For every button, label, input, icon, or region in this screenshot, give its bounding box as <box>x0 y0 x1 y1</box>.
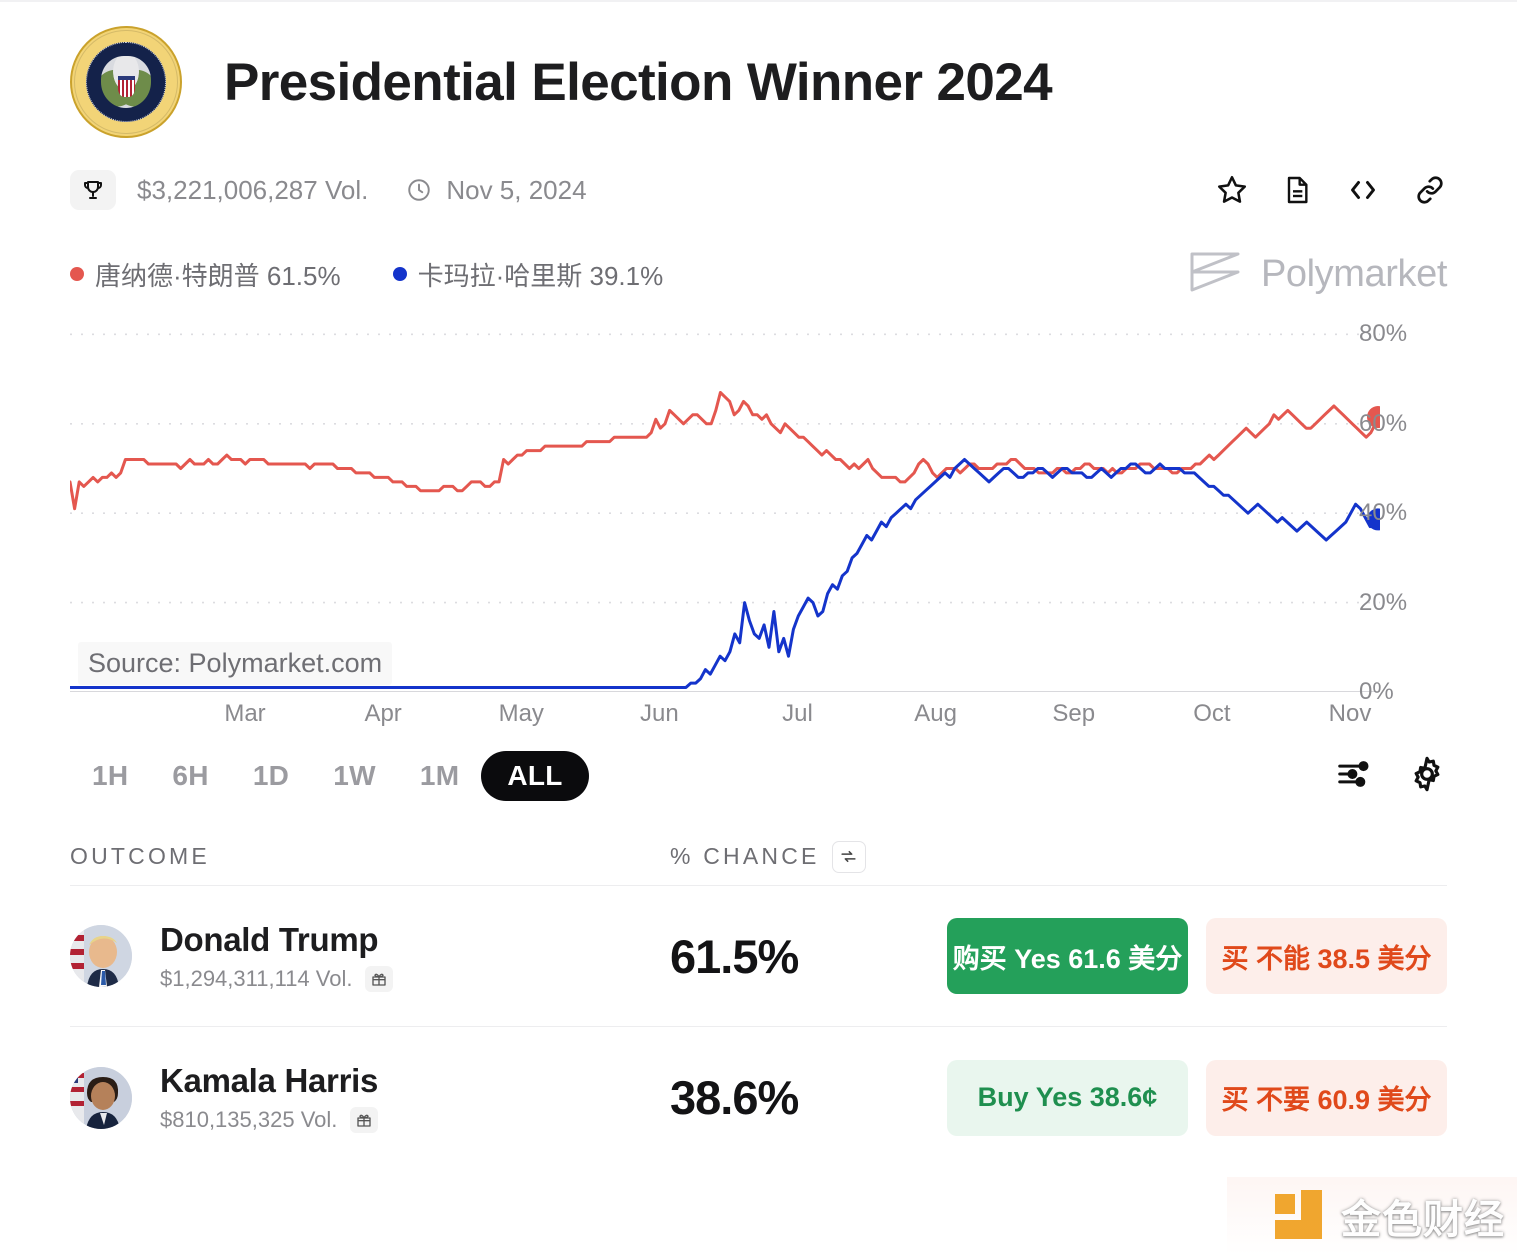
star-icon[interactable] <box>1215 173 1249 207</box>
range-btn-1h[interactable]: 1H <box>70 751 150 801</box>
chance-cell-trump: 61.5% <box>670 929 799 984</box>
avatar <box>70 1066 132 1129</box>
outcome-name: Kamala Harris <box>160 1062 379 1099</box>
watermark-text: 金色财经 <box>1341 1198 1505 1242</box>
outcome-cell-trump: Donald Trump $1,294,311,114 Vol. <box>70 921 670 992</box>
x-axis-tick: Nov <box>1328 700 1372 727</box>
chart-series-line <box>70 391 1380 511</box>
polymarket-brand: Polymarket <box>1188 248 1447 301</box>
header-outcome: OUTCOME <box>70 843 210 869</box>
outcome-volume: $810,135,325 Vol. <box>160 1107 338 1132</box>
outcome-name: Donald Trump <box>160 920 379 958</box>
trophy-icon <box>70 170 116 210</box>
range-btn-6h[interactable]: 6H <box>150 751 230 801</box>
legend-item-trump[interactable]: 唐纳德·特朗普 61.5% <box>70 256 341 293</box>
chance-cell-harris: 38.6% <box>670 1070 799 1125</box>
legend-dot-harris <box>392 267 407 281</box>
x-axis-tick: Oct <box>1193 700 1231 727</box>
refresh-icon[interactable] <box>831 840 866 873</box>
buy-no-button-harris[interactable]: 买 不要 60.9 美分 <box>1206 1059 1447 1136</box>
header-chance: % CHANCE <box>670 840 866 873</box>
x-axis-tick: Jun <box>640 700 679 727</box>
market-volume: $3,221,006,287 Vol. <box>137 174 369 205</box>
source-note: Source: Polymarket.com <box>78 642 393 685</box>
y-axis-tick: 80% <box>1359 320 1408 348</box>
market-page: Presidential Election Winner 2024 $3,221… <box>0 0 1517 1255</box>
page-header: Presidential Election Winner 2024 <box>0 0 1517 138</box>
market-meta: $3,221,006,287 Vol. Nov 5, 2024 <box>0 166 1517 214</box>
x-axis-tick: Sep <box>1052 700 1096 727</box>
clock-icon <box>406 177 432 203</box>
market-date: Nov 5, 2024 <box>446 174 587 205</box>
gift-icon[interactable] <box>350 1107 379 1133</box>
x-axis-tick: Mar <box>224 700 266 727</box>
legend-label-harris: 卡玛拉·哈里斯 39.1% <box>417 260 664 291</box>
link-icon[interactable] <box>1413 173 1447 207</box>
jinse-logo-icon <box>1275 1190 1327 1242</box>
buy-yes-button-harris[interactable]: Buy Yes 38.6¢ <box>947 1059 1188 1136</box>
y-axis-labels: 0% 20% 40% 60% 80% <box>1331 312 1451 705</box>
range-btn-all[interactable]: ALL <box>481 751 589 801</box>
document-icon[interactable] <box>1281 174 1313 206</box>
buy-no-button-trump[interactable]: 买 不能 38.5 美分 <box>1206 918 1447 994</box>
legend-dot-trump <box>70 267 84 281</box>
sliders-icon[interactable] <box>1335 755 1373 798</box>
top-divider <box>0 0 1517 2</box>
y-axis-tick: 60% <box>1359 409 1408 437</box>
time-range-bar: 1H 6H 1D 1W 1M ALL <box>0 746 1517 806</box>
range-btn-1m[interactable]: 1M <box>398 751 482 801</box>
code-icon[interactable] <box>1345 172 1381 208</box>
legend-label-trump: 唐纳德·特朗普 61.5% <box>95 260 341 291</box>
chart-canvas <box>70 333 1380 692</box>
polymarket-logo-icon <box>1188 248 1244 301</box>
actions-trump: 购买 Yes 61.6 美分 买 不能 38.5 美分 <box>798 918 1447 994</box>
jinse-watermark: 金色财经 <box>1275 1187 1505 1245</box>
presidential-seal-icon <box>70 26 182 138</box>
chance-value: 61.5% <box>670 929 799 983</box>
x-axis-tick: Jul <box>782 700 813 727</box>
x-axis-tick: Apr <box>364 700 402 727</box>
x-axis-tick: May <box>498 700 544 727</box>
header-actions <box>1215 172 1447 208</box>
outcome-cell-harris: Kamala Harris $810,135,325 Vol. <box>70 1062 670 1133</box>
header-chance-label: % CHANCE <box>670 843 820 869</box>
x-axis-tick: Aug <box>914 700 957 727</box>
gift-icon[interactable] <box>365 965 394 992</box>
table-row[interactable]: Kamala Harris $810,135,325 Vol. 38.6% Bu… <box>70 1027 1447 1168</box>
y-axis-tick: 20% <box>1359 588 1408 616</box>
avatar <box>70 925 132 987</box>
chart-legend: 唐纳德·特朗普 61.5% 卡玛拉·哈里斯 39.1% Polymarket <box>0 252 1517 295</box>
chance-value: 38.6% <box>670 1071 799 1124</box>
actions-harris: Buy Yes 38.6¢ 买 不要 60.9 美分 <box>798 1059 1447 1136</box>
table-row[interactable]: Donald Trump $1,294,311,114 Vol. 61.5% 购… <box>70 886 1447 1027</box>
legend-item-harris[interactable]: 卡玛拉·哈里斯 39.1% <box>392 256 664 293</box>
outcomes-table: OUTCOME % CHANCE Donald Trump $1,294,311… <box>70 828 1447 1168</box>
buy-yes-button-trump[interactable]: 购买 Yes 61.6 美分 <box>947 918 1188 994</box>
table-header: OUTCOME % CHANCE <box>70 828 1447 886</box>
polymarket-brand-name: Polymarket <box>1260 252 1447 295</box>
gear-icon[interactable] <box>1407 754 1447 799</box>
price-chart[interactable]: 0% 20% 40% 60% 80% Mar Apr May Jun Jul Aug Sep Oct N… <box>70 312 1447 732</box>
page-title: Presidential Election Winner 2024 <box>224 52 1053 112</box>
x-axis-labels: Mar Apr May Jun Jul Aug Sep Oct Nov <box>70 700 1380 740</box>
outcome-volume: $1,294,311,114 Vol. <box>160 965 353 991</box>
range-btn-1w[interactable]: 1W <box>311 751 398 801</box>
range-btn-1d[interactable]: 1D <box>231 751 311 801</box>
y-axis-tick: 40% <box>1359 499 1408 527</box>
